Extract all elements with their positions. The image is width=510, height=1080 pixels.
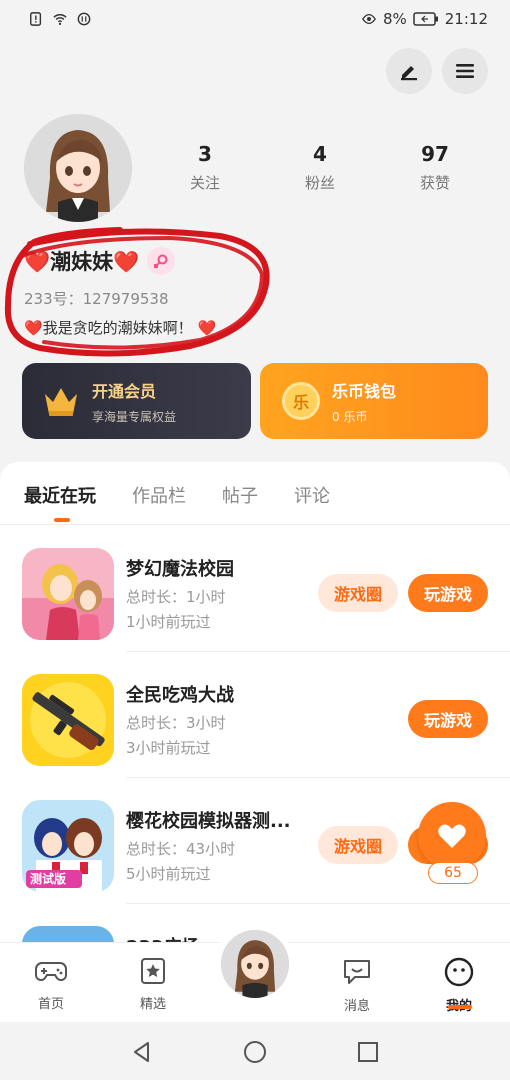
game-last-played: 3小时前玩过	[126, 739, 211, 757]
gamepad-icon	[35, 962, 67, 981]
game-circle-button[interactable]: 游戏圈	[318, 826, 398, 864]
vip-title: 开通会员	[92, 381, 157, 401]
divider	[0, 524, 510, 525]
heart-icon	[438, 824, 466, 848]
clock: 21:12	[444, 10, 488, 28]
wallet-balance: 0 乐币	[332, 409, 368, 424]
stat-value: 97	[421, 142, 449, 166]
nav-label: 消息	[343, 999, 370, 1014]
game-icon	[22, 548, 114, 640]
nav-messages[interactable]: 消息	[322, 957, 392, 1014]
home-icon[interactable]	[243, 1040, 267, 1064]
game-duration: 总时长：1小时	[126, 588, 226, 606]
like-count: 65	[428, 862, 478, 884]
game-last-played: 1小时前玩过	[126, 613, 211, 631]
edit-button[interactable]	[386, 48, 432, 94]
wallet-title: 乐币钱包	[332, 381, 397, 401]
status-bar: 8% 21:12	[0, 0, 510, 38]
stat-value: 3	[198, 142, 212, 166]
active-tab-indicator	[54, 518, 70, 522]
game-name: 全民吃鸡大战	[126, 685, 234, 706]
active-nav-indicator	[448, 1005, 472, 1009]
pencil-icon	[401, 66, 417, 81]
back-icon[interactable]	[130, 1040, 154, 1064]
tab-comments[interactable]: 评论	[294, 482, 330, 508]
avatar[interactable]	[24, 114, 132, 222]
game-circle-button[interactable]: 游戏圈	[318, 574, 398, 612]
nav-featured[interactable]: 精选	[118, 957, 188, 1012]
crown-icon	[45, 388, 77, 416]
like-button[interactable]	[418, 802, 486, 870]
star-bookmark-icon	[141, 958, 165, 984]
stat-fans[interactable]: 4 粉丝	[275, 142, 365, 193]
play-game-button[interactable]: 玩游戏	[408, 700, 488, 738]
wallet-card[interactable]: 乐 乐币钱包 0 乐币	[260, 363, 488, 439]
tab-posts[interactable]: 帖子	[222, 482, 258, 508]
stat-value: 4	[313, 142, 327, 166]
menu-button[interactable]	[442, 48, 488, 94]
stat-likes[interactable]: 97 获赞	[390, 142, 480, 193]
stat-label: 获赞	[419, 174, 450, 192]
game-duration: 总时长：43小时	[126, 840, 236, 858]
data-icon	[77, 12, 91, 26]
menu-icon	[456, 64, 474, 78]
system-nav-bar	[0, 1022, 510, 1080]
game-last-played: 5小时前玩过	[126, 865, 211, 883]
nav-label: 精选	[139, 997, 166, 1012]
smiley-icon	[444, 957, 474, 987]
recents-icon[interactable]	[356, 1040, 380, 1064]
stat-label: 关注	[189, 174, 220, 192]
tab-works[interactable]: 作品栏	[132, 482, 186, 508]
vip-subtitle: 享海量专属权益	[92, 409, 177, 424]
vip-membership-card[interactable]: 开通会员 享海量专属权益	[22, 363, 251, 439]
game-name: 梦幻魔法校园	[126, 559, 234, 580]
nav-home[interactable]: 首页	[16, 957, 86, 1012]
game-icon	[22, 674, 114, 766]
list-item[interactable]: 全民吃鸡大战 总时长：3小时 3小时前玩过 玩游戏	[0, 652, 510, 778]
nav-me[interactable]: 我的	[424, 957, 494, 1014]
list-item[interactable]: 梦幻魔法校园 总时长：1小时 1小时前玩过 游戏圈 玩游戏	[0, 526, 510, 652]
highlight-annotation	[4, 227, 270, 357]
test-version-badge: 测试版	[30, 872, 67, 886]
wifi-icon	[53, 14, 67, 25]
center-avatar-button[interactable]	[215, 924, 295, 1004]
nav-label: 首页	[37, 997, 64, 1012]
alert-icon	[30, 12, 42, 26]
game-duration: 总时长：3小时	[126, 714, 226, 732]
battery-percent: 8%	[382, 10, 407, 28]
battery-icon	[413, 12, 438, 26]
play-game-button[interactable]: 玩游戏	[408, 574, 488, 612]
stat-following[interactable]: 3 关注	[160, 142, 250, 193]
game-name: 樱花校园模拟器测...	[126, 811, 291, 832]
game-icon: 测试版	[22, 800, 114, 892]
message-icon	[344, 960, 370, 984]
content-panel: 最近在玩 作品栏 帖子 评论 梦幻魔法校园 总时长：1小时 1小时前玩过 游戏圈…	[0, 462, 510, 962]
coin-icon: 乐	[282, 382, 320, 420]
avatar-image	[24, 114, 132, 222]
tab-bar: 最近在玩 作品栏 帖子 评论	[24, 482, 330, 508]
profile-stats: 3 关注 4 粉丝 97 获赞	[160, 142, 480, 193]
eye-icon	[362, 13, 376, 25]
tab-recently-played[interactable]: 最近在玩	[24, 482, 96, 508]
avatar	[221, 930, 289, 998]
stat-label: 粉丝	[304, 174, 335, 192]
